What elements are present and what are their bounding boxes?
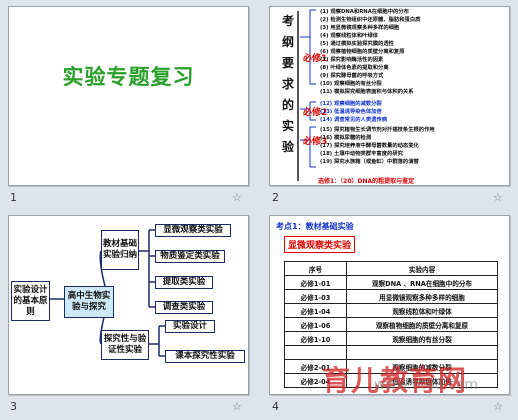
slide-2-item: (8) 叶绿体色素的提取和分离 (320, 65, 389, 71)
slide-3-leaf: 实验设计 (165, 320, 215, 333)
slide-2-item: (7) 探究影响酶活性的因素 (320, 57, 384, 63)
slide-2-item: (11) 模拟探究细胞表面积与体积的关系 (320, 89, 414, 95)
table-row (284, 345, 498, 360)
table-row: 必修1-10 观察细胞的有丝分裂 (284, 331, 498, 346)
slide-2-item: (2) 检测生物组织中还原糖、脂肪和蛋白质 (320, 17, 421, 23)
table-header-cell: 实验内容 (346, 261, 498, 276)
slide-transition-star-icon[interactable]: ☆ (232, 191, 242, 204)
slide-2-footer: 选修1：（20）DNA的粗提取与鉴定 (318, 178, 415, 185)
table-row: 必修1-06 观察植物细胞的质壁分离和复原 (284, 317, 498, 332)
table-header-cell: 序号 (284, 261, 347, 276)
slide-2-item: (12) 观察细胞的减数分裂 (320, 101, 382, 107)
slide-2-item: (14) 调查常见的人类遗传病 (320, 117, 388, 123)
table-row: 必修1-01 观察DNA 、RNA在细胞中的分布 (284, 275, 498, 290)
slide-3-leaf: 调查类实验 (155, 301, 213, 314)
table-cell: 观察细胞的有丝分裂 (346, 331, 498, 346)
slide-2-item: (9) 探究酵母菌的呼吸方式 (320, 73, 384, 79)
slide-2-item: (10) 观察细胞的有丝分裂 (320, 81, 382, 87)
slide-transition-star-icon[interactable]: ☆ (232, 400, 242, 413)
slide-2-item: (13) 低温诱导染色体加倍 (320, 109, 382, 115)
slide-4-heading: 考点1：教材基础实验 (276, 222, 354, 231)
slide-thumbnail-1[interactable]: 实验专题复习 (8, 6, 249, 186)
slide-3-center-box: 高中生物实验与探究 (64, 286, 114, 318)
table-cell: 必修1-06 (284, 317, 347, 332)
table-row: 必修1-03 用显微镜观察多种多样的细胞 (284, 289, 498, 304)
slide-2-item: (6) 观察植物细胞的质壁分离和复原 (320, 49, 405, 55)
table-cell: 观察DNA 、RNA在细胞中的分布 (346, 275, 498, 290)
table-cell: 观察线粒体和叶绿体 (346, 303, 498, 318)
table-cell: 观察植物细胞的质壁分离和复原 (346, 317, 498, 332)
slide-2-item: (19) 探究水族箱（或鱼缸）中群落的演替 (320, 159, 419, 165)
table-cell (346, 345, 498, 360)
slide-4-tag: 显微观察类实验 (284, 236, 356, 253)
table-row: 必修1-04 观察线粒体和叶绿体 (284, 303, 498, 318)
slide-3-leaf: 物质鉴定类实验 (155, 250, 225, 263)
slide-number-1: 1 (10, 191, 17, 204)
slide-1-title: 实验专题复习 (62, 65, 195, 89)
slide-2-item: (18) 土壤中动物类群丰富度的研究 (320, 151, 403, 157)
slide-2-item: (5) 通过模拟实验探究膜的透性 (320, 41, 394, 47)
slide-2-item: (4) 观察线粒体和叶绿体 (320, 33, 379, 39)
slide-thumbnail-4[interactable]: 考点1：教材基础实验 显微观察类实验 序号 实验内容 必修1-01 观察DNA 、… (269, 215, 510, 395)
slide-thumbnail-3[interactable]: 实验设计的基本原则 高中生物实验与探究 教材基础实验归纳 探究性与验证性实验 显… (8, 215, 249, 395)
slide-3-leaf: 显微观察类实验 (155, 224, 231, 237)
table-cell: 必修1-04 (284, 303, 347, 318)
table-cell: 必修1-01 (284, 275, 347, 290)
slide-3-leaf: 课本探究性实验 (165, 350, 245, 363)
slide-2-item: (17) 探究培养液中酵母菌数量的动态变化 (320, 143, 419, 149)
slide-number-2: 2 (272, 191, 279, 204)
slide-thumbnail-2[interactable]: 考纲要求的实验 必修1 必修2 必修3 (1) 观察DNA和RNA在细胞中的分布… (269, 6, 510, 186)
slide-2-item: (1) 观察DNA和RNA在细胞中的分布 (320, 9, 409, 15)
slide-number-4: 4 (272, 400, 279, 413)
slide-3-branch-bottom: 探究性与验证性实验 (101, 330, 149, 360)
slide-transition-star-icon[interactable]: ☆ (493, 191, 503, 204)
table-cell (284, 345, 347, 360)
slide-transition-star-icon[interactable]: ☆ (493, 400, 503, 413)
slide-2-item: (15) 探究植物生长调节剂对扦插枝条生根的作用 (320, 127, 435, 133)
slide-3-branch-top: 教材基础实验归纳 (101, 230, 139, 270)
slide-2-item: (16) 模拟尿糖的检测 (320, 135, 372, 141)
slide-number-3: 3 (10, 400, 17, 413)
slide-2-item: (3) 用显微镜观察多种多样的细胞 (320, 25, 400, 31)
table-cell: 必修1-03 (284, 289, 347, 304)
slide-3-left-box: 实验设计的基本原则 (11, 281, 50, 321)
table-cell: 用显微镜观察多种多样的细胞 (346, 289, 498, 304)
watermark-url: www.ht88.com (374, 377, 479, 393)
table-cell: 必修1-10 (284, 331, 347, 346)
table-header-row: 序号 实验内容 (284, 261, 498, 276)
slide-3-leaf: 提取类实验 (155, 276, 213, 289)
